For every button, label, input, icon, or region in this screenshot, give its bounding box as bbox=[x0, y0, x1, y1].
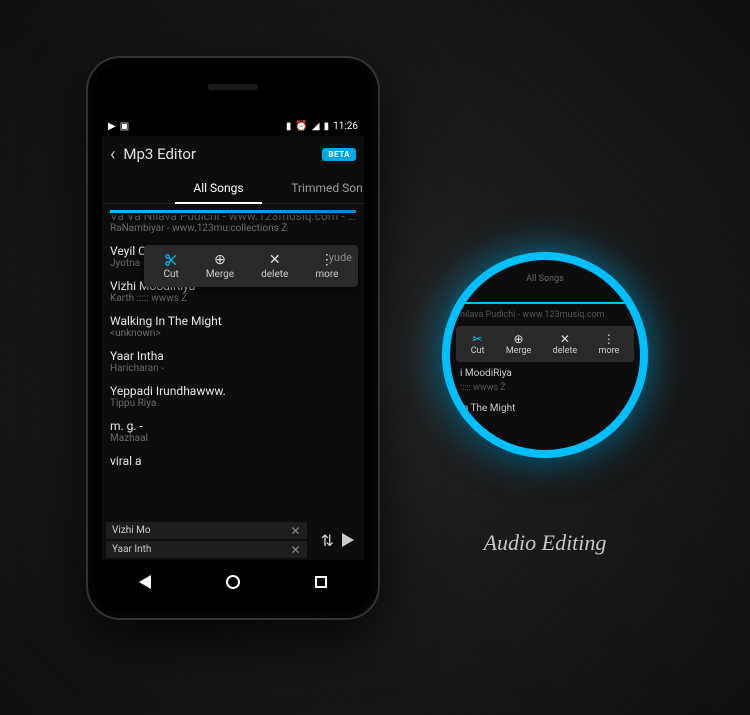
lens-row-sub: ::::: wwws Ž bbox=[450, 381, 640, 395]
row-trailing-text: yude bbox=[329, 251, 352, 264]
beta-badge: BETA bbox=[322, 148, 356, 161]
chip[interactable]: Vizhi Mo ✕ bbox=[106, 522, 307, 539]
android-navbar bbox=[102, 560, 364, 604]
battery-icon: ▮ bbox=[324, 121, 330, 132]
list-item[interactable]: viral a bbox=[110, 448, 356, 472]
zoom-lens: All Songs nilava Pudichi - www.123musiq.… bbox=[450, 260, 640, 450]
more-vertical-icon: ⋮ bbox=[603, 332, 615, 346]
status-time: 11:26 bbox=[333, 121, 358, 132]
lens-merge-button: ⊕ Merge bbox=[506, 332, 531, 356]
list-item[interactable]: m. g. - Mazhaal bbox=[110, 413, 356, 448]
lens-popup: ✂ Cut ⊕ Merge ✕ delete ⋮ more bbox=[456, 326, 634, 362]
signal-icon: ◢ bbox=[312, 121, 320, 132]
chip-label: Yaar Inth bbox=[112, 544, 151, 555]
back-icon[interactable]: ‹ bbox=[110, 144, 115, 165]
tab-spacer bbox=[102, 172, 146, 203]
play-icon: ▶ bbox=[108, 121, 116, 132]
lens-row: In The Might bbox=[450, 401, 640, 416]
lens-accent-divider bbox=[460, 302, 630, 304]
song-title: Yeppadi Irundhawww. bbox=[110, 384, 356, 398]
song-list[interactable]: Va Va Nilava Pudichi - www.123musiq.com … bbox=[102, 215, 364, 530]
merge-label: Merge bbox=[206, 269, 234, 280]
cut-button[interactable]: Cut bbox=[164, 252, 179, 280]
action-popup: Cut ⊕ Merge ✕ delete ⋮ more bbox=[144, 245, 358, 287]
cut-label: Cut bbox=[164, 269, 179, 280]
song-title: Yaar Intha bbox=[110, 349, 356, 363]
close-icon: ✕ bbox=[269, 252, 281, 268]
song-subtitle: Haricharan - bbox=[110, 363, 356, 374]
delete-label: delete bbox=[261, 269, 288, 280]
close-icon: ✕ bbox=[560, 332, 570, 346]
accent-divider bbox=[110, 210, 356, 213]
list-item[interactable]: Yaar Intha Haricharan - bbox=[110, 343, 356, 378]
chip-label: Vizhi Mo bbox=[112, 525, 151, 536]
chip-close-icon[interactable]: ✕ bbox=[291, 543, 301, 557]
scissors-icon bbox=[164, 252, 178, 268]
plus-circle-icon: ⊕ bbox=[214, 252, 226, 268]
song-title: Walking In The Might bbox=[110, 314, 356, 328]
status-bar: ▶ ▣ ▮ ⏰ ◢ ▮ 11:26 bbox=[102, 116, 364, 136]
bottom-bar: Vizhi Mo ✕ Yaar Inth ✕ ⇅ bbox=[102, 520, 364, 560]
scissors-icon: ✂ bbox=[473, 332, 483, 346]
tab-all-songs[interactable]: All Songs bbox=[146, 172, 292, 203]
delete-button[interactable]: ✕ delete bbox=[261, 252, 288, 280]
chip[interactable]: Yaar Inth ✕ bbox=[106, 541, 307, 558]
list-item[interactable]: Va Va Nilava Pudichi - www.123musiq.com … bbox=[110, 215, 356, 238]
list-item[interactable]: Walking In The Might <unknown> bbox=[110, 308, 356, 343]
app-bar: ‹ Mp3 Editor BETA bbox=[102, 136, 364, 172]
lens-cut-button: ✂ Cut bbox=[471, 332, 485, 356]
nav-recent-icon[interactable] bbox=[315, 576, 327, 588]
phone-speaker bbox=[208, 84, 258, 90]
selection-chips: Vizhi Mo ✕ Yaar Inth ✕ bbox=[102, 520, 311, 560]
plus-circle-icon: ⊕ bbox=[514, 332, 524, 346]
merge-button[interactable]: ⊕ Merge bbox=[206, 252, 234, 280]
song-subtitle: <unknown> bbox=[110, 328, 356, 339]
chip-close-icon[interactable]: ✕ bbox=[291, 524, 301, 538]
list-item[interactable]: Yeppadi Irundhawww. Tippu Riya bbox=[110, 378, 356, 413]
song-title: m. g. - bbox=[110, 419, 356, 433]
lens-row: nilava Pudichi - www.123musiq.com bbox=[450, 308, 640, 322]
tab-trimmed-songs[interactable]: Trimmed Son bbox=[291, 172, 364, 203]
nav-back-icon[interactable] bbox=[139, 575, 151, 589]
lens-tab-hint: All Songs bbox=[450, 274, 640, 284]
alarm-icon: ⏰ bbox=[295, 121, 307, 132]
phone-frame: ▶ ▣ ▮ ⏰ ◢ ▮ 11:26 ‹ Mp3 Editor BETA All … bbox=[88, 58, 378, 618]
vibrate-icon: ▮ bbox=[286, 121, 292, 132]
song-subtitle: Mazhaal bbox=[110, 433, 356, 444]
lens-more-button: ⋮ more bbox=[599, 332, 620, 356]
swap-icon[interactable]: ⇅ bbox=[321, 531, 334, 550]
song-subtitle: Karth ::::: wwws Ž bbox=[110, 293, 356, 304]
image-icon: ▣ bbox=[120, 121, 129, 132]
more-label: more bbox=[315, 269, 338, 280]
lens-row: i MoodiRiya bbox=[450, 366, 640, 381]
screen: ▶ ▣ ▮ ⏰ ◢ ▮ 11:26 ‹ Mp3 Editor BETA All … bbox=[102, 116, 364, 560]
song-subtitle: RaNambiyar - www.123mu:collections Ž bbox=[110, 223, 356, 234]
nav-home-icon[interactable] bbox=[226, 575, 240, 589]
lens-delete-button: ✕ delete bbox=[553, 332, 578, 356]
tab-bar: All Songs Trimmed Son bbox=[102, 172, 364, 204]
song-title: Va Va Nilava Pudichi - www.123musiq.com … bbox=[110, 215, 356, 223]
page-title: Mp3 Editor bbox=[123, 145, 314, 163]
song-title: viral a bbox=[110, 454, 356, 468]
song-subtitle: Tippu Riya bbox=[110, 398, 356, 409]
play-button[interactable] bbox=[342, 533, 354, 547]
caption: Audio Editing bbox=[450, 530, 640, 556]
